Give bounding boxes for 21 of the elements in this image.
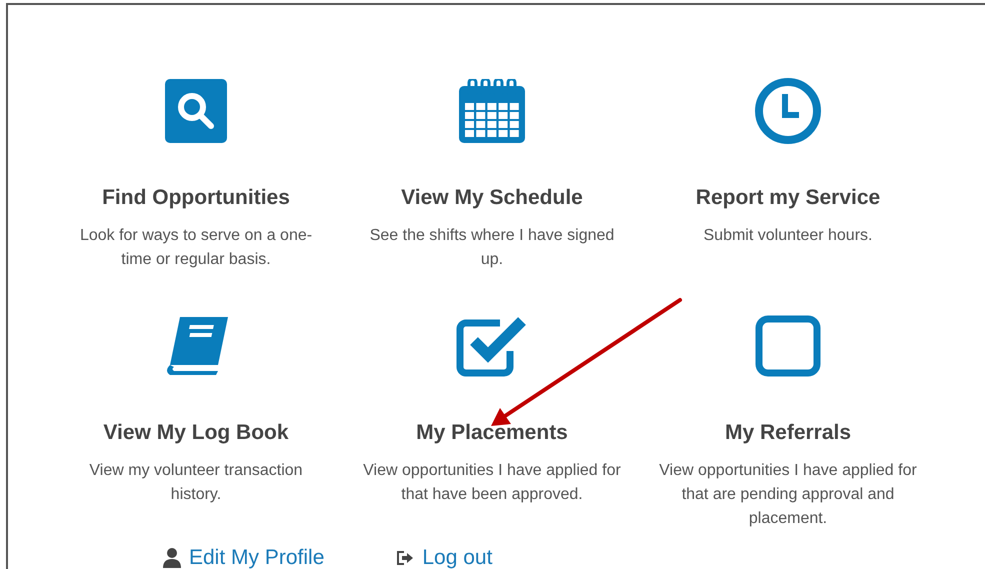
user-icon: [163, 548, 181, 568]
checkbox-icon: [456, 315, 528, 377]
card-description: Look for ways to serve on a one-time or regular basis.: [78, 226, 314, 270]
calendar-icon: [459, 79, 525, 143]
square-icon: [755, 315, 821, 377]
nav-link[interactable]: Edit My Profile: [163, 546, 324, 569]
card-title: Report my Service: [696, 186, 880, 210]
card-title: Find Opportunities: [102, 186, 290, 210]
nav-link[interactable]: Log out: [396, 546, 492, 569]
card-title: View My Log Book: [103, 421, 289, 445]
card-description: View opportunities I have applied for that have been approved.: [362, 461, 622, 505]
search-icon: [165, 79, 227, 143]
card-title: My Placements: [416, 421, 568, 445]
card-description: View my volunteer transaction history.: [88, 461, 304, 505]
card-description: Submit volunteer hours.: [702, 226, 874, 246]
clock-icon: [755, 78, 821, 144]
card-description: See the shifts where I have signed up.: [368, 226, 616, 270]
card-description: View opportunities I have applied for that are pending approval and placement.: [658, 461, 918, 529]
logout-icon: [396, 550, 414, 566]
card-title: View My Schedule: [401, 186, 583, 210]
card-title: My Referrals: [724, 421, 852, 445]
